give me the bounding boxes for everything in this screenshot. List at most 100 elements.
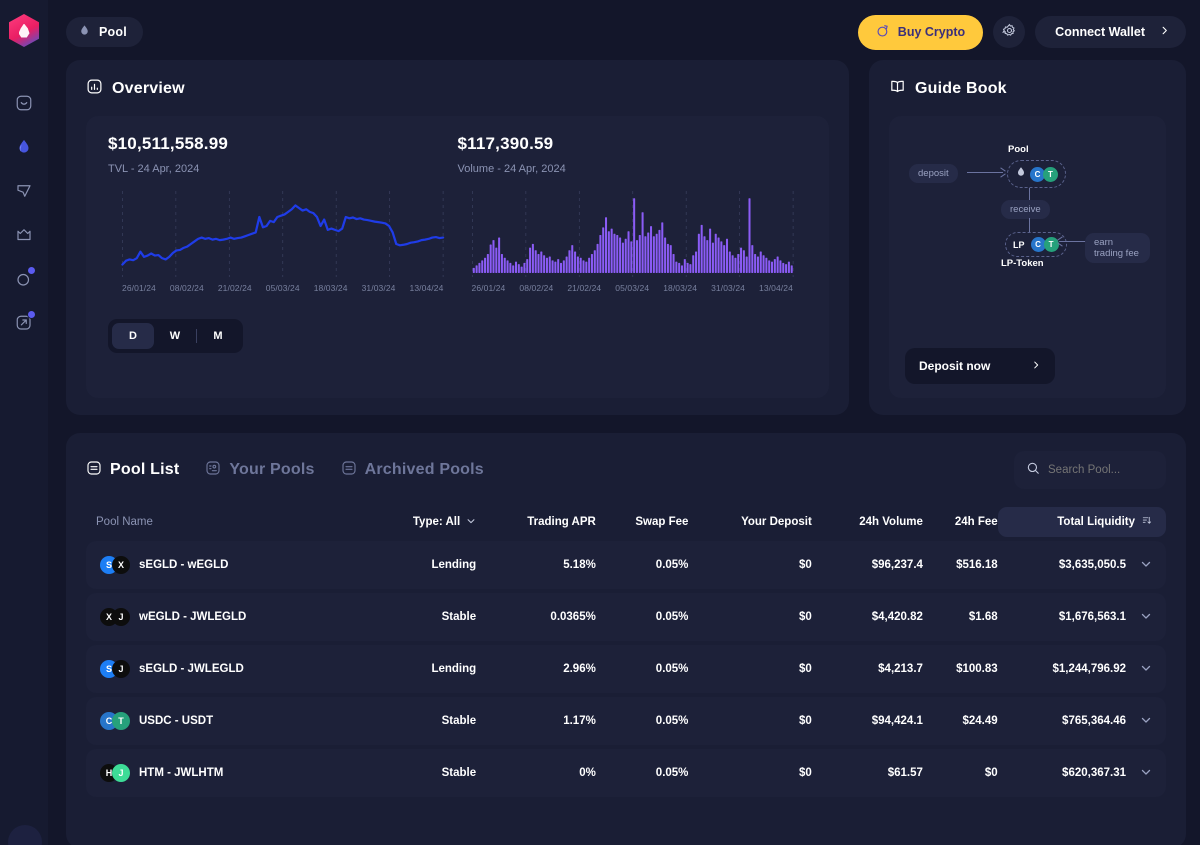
smiley-square-icon [15, 94, 33, 112]
column-pool-name: Pool Name [96, 516, 153, 528]
chevron-down-icon [1140, 769, 1152, 781]
column-total-liquidity[interactable]: Total Liquidity [997, 507, 1166, 537]
pool-flow-diagram: Pool deposit C T receive LP C T LP-Token… [905, 140, 1150, 330]
tvl-chart-ticks: 26/01/24 08/02/24 21/02/24 05/03/24 18/03/24… [108, 283, 458, 293]
list-square-icon [86, 460, 102, 481]
notification-badge [27, 266, 36, 275]
volume-bar-chart: 26/01/24 08/02/24 21/02/24 05/03/24 18/03/24… [458, 189, 808, 301]
breadcrumb[interactable]: Pool [66, 17, 143, 47]
tab-archived-pools[interactable]: Archived Pools [341, 460, 484, 481]
token-pair-icons: XJ [100, 608, 130, 626]
chart-tick: 05/03/24 [615, 283, 650, 293]
row-expand-button[interactable] [1126, 593, 1166, 641]
chart-tick: 08/02/24 [519, 283, 554, 293]
pool-name-label: USDC - USDT [139, 715, 214, 727]
search-icon [1026, 461, 1040, 480]
sidebar-item-swap[interactable] [2, 169, 46, 213]
diagram-pool-node: C T [1007, 160, 1066, 188]
cell-total-liquidity: $1,676,563.1 [1058, 611, 1126, 623]
diagram-lptoken-label: LP-Token [1001, 258, 1044, 269]
cell-24h-volume: $61.57 [887, 767, 923, 779]
row-expand-button[interactable] [1126, 749, 1166, 797]
column-type-filter[interactable]: Type: All [366, 507, 476, 537]
sidebar-footer-avatar[interactable] [8, 825, 42, 845]
sidebar [0, 0, 48, 845]
guide-title-row: Guide Book [889, 78, 1166, 100]
table-row[interactable]: H J HTM - JWLHTM Stable 0% 0.05% $0 $61.57 $0 $62… [86, 749, 1166, 797]
cell-trading-apr: 5.18% [563, 559, 596, 571]
chevron-down-icon [1140, 561, 1152, 573]
range-button-d[interactable]: D [112, 323, 154, 349]
app-logo[interactable] [9, 14, 39, 47]
chevron-down-icon [1140, 665, 1152, 677]
connect-wallet-button[interactable]: Connect Wallet [1035, 16, 1186, 48]
deposit-now-button[interactable]: Deposit now [905, 348, 1055, 384]
table-row[interactable]: S X sEGLD - wEGLD Lending 5.18% 0.05% $0 $96,23… [86, 541, 1166, 589]
diagram-pool-label: Pool [1008, 144, 1029, 155]
range-button-w[interactable]: W [154, 323, 196, 349]
diagram-lptoken-node: LP C T [1005, 232, 1067, 257]
token-b-icon: J [112, 764, 130, 782]
cell-trading-apr: 2.96% [563, 663, 596, 675]
cell-24h-fee: $24.49 [962, 715, 998, 727]
cell-swap-fee: 0.05% [655, 663, 689, 675]
cell-24h-fee: $1.68 [968, 611, 998, 623]
topbar-actions: Buy Crypto Connect Wallet [857, 14, 1186, 50]
cell-24h-volume: $96,237.4 [871, 559, 923, 571]
cell-24h-volume: $4,420.82 [871, 611, 923, 623]
settings-button[interactable] [993, 16, 1026, 48]
cell-swap-fee: 0.05% [655, 611, 689, 623]
charts-row: 26/01/24 08/02/24 21/02/24 05/03/24 18/03/24… [108, 189, 807, 301]
tvl-line-chart: 26/01/24 08/02/24 21/02/24 05/03/24 18/03/24… [108, 189, 458, 301]
overview-title-row: Overview [86, 78, 829, 100]
column-swap-fee[interactable]: Swap Fee [596, 507, 688, 537]
chart-tick: 26/01/24 [122, 283, 156, 293]
table-row[interactable]: C T USDC - USDT Stable 1.17% 0.05% $0 $94,424.1… [86, 697, 1166, 745]
overview-panel: Overview $10,511,558.99 TVL - 24 Apr, 20… [66, 60, 849, 415]
cell-type: Lending [431, 663, 477, 675]
column-your-deposit[interactable]: Your Deposit [688, 507, 812, 537]
cell-your-deposit: $0 [798, 559, 812, 571]
chart-tick: 18/03/24 [313, 283, 348, 293]
guide-book-panel: Guide Book Pool deposit C T receive LP C… [869, 60, 1186, 415]
droplet-icon [78, 24, 91, 40]
range-button-m[interactable]: M [197, 323, 239, 349]
sidebar-item-governance[interactable] [2, 213, 46, 257]
search-input[interactable] [1048, 464, 1154, 476]
arrowhead [1000, 173, 1006, 178]
table-row[interactable]: S J sEGLD - JWLEGLD Lending 2.96% 0.05% $0 $4,2… [86, 645, 1166, 693]
tab-label: Pool List [110, 461, 180, 478]
sidebar-item-staking[interactable] [2, 257, 46, 301]
row-expand-button[interactable] [1126, 541, 1166, 589]
chart-tick: 13/04/24 [759, 283, 793, 293]
sidebar-item-bridge[interactable] [2, 301, 46, 345]
breadcrumb-label: Pool [99, 25, 127, 39]
diagram-earn-fee-chip: earn trading fee [1085, 233, 1150, 263]
search-pool-box[interactable] [1014, 451, 1166, 489]
cell-swap-fee: 0.05% [655, 715, 689, 727]
column-24h-volume[interactable]: 24h Volume [812, 507, 923, 537]
row-expand-button[interactable] [1126, 697, 1166, 745]
sidebar-item-pool[interactable] [2, 125, 46, 169]
cell-total-liquidity: $3,635,050.5 [1058, 559, 1126, 571]
sidebar-item-dashboard[interactable] [2, 81, 46, 125]
tab-your-pools[interactable]: Your Pools [205, 460, 314, 481]
table-header-row: Pool Name Type: All Trading APR Swap Fee… [86, 507, 1166, 537]
tab-label: Archived Pools [364, 461, 484, 478]
tvl-value: $10,511,558.99 [108, 134, 229, 153]
cell-trading-apr: 0.0365% [550, 611, 596, 623]
chevron-down-icon [1140, 717, 1152, 729]
connector-vertical [1029, 218, 1030, 232]
row-expand-button[interactable] [1126, 645, 1166, 693]
column-24h-fee[interactable]: 24h Fee [923, 507, 998, 537]
tab-pool-list[interactable]: Pool List [86, 460, 179, 481]
volume-label: Volume - 24 Apr, 2024 [457, 163, 566, 175]
cell-total-liquidity: $765,364.46 [1062, 715, 1126, 727]
guide-card: Pool deposit C T receive LP C T LP-Token… [889, 116, 1166, 398]
page-title: Overview [112, 80, 185, 97]
buy-crypto-button[interactable]: Buy Crypto [857, 14, 984, 50]
token-b-icon: T [112, 712, 130, 730]
table-row[interactable]: X J wEGLD - JWLEGLD Stable 0.0365% 0.05% $0 $4,… [86, 593, 1166, 641]
column-trading-apr[interactable]: Trading APR [476, 507, 596, 537]
pool-name-label: sEGLD - wEGLD [139, 559, 229, 571]
